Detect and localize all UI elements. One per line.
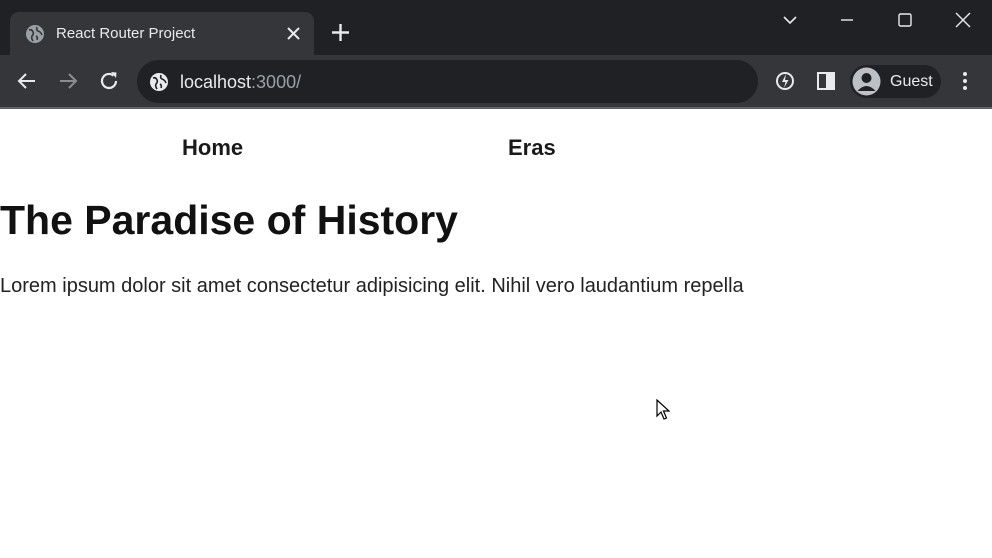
page-content: Home Eras The Paradise of History Lorem …: [0, 109, 992, 558]
new-tab-icon[interactable]: [330, 22, 351, 43]
nav-link-home[interactable]: Home: [182, 135, 243, 161]
page-title: The Paradise of History: [0, 197, 458, 243]
performance-icon[interactable]: [773, 69, 797, 93]
more-menu-icon[interactable]: [953, 69, 977, 93]
avatar: [852, 67, 881, 96]
address-bar[interactable]: localhost:3000/: [137, 60, 758, 103]
nav-link-eras[interactable]: Eras: [508, 135, 556, 161]
browser-tab[interactable]: React Router Project: [10, 12, 314, 55]
close-tab-icon[interactable]: [285, 25, 302, 42]
profile-label: Guest: [890, 73, 933, 90]
globe-icon: [26, 25, 44, 43]
tab-search-chevron-icon[interactable]: [778, 8, 802, 32]
page-paragraph: Lorem ipsum dolor sit amet consectetur a…: [0, 275, 744, 297]
back-arrow-icon[interactable]: [15, 69, 39, 93]
side-panel-icon[interactable]: [814, 69, 838, 93]
maximize-icon[interactable]: [893, 8, 917, 32]
browser-toolbar: localhost:3000/ Guest: [0, 55, 992, 107]
site-info-icon[interactable]: [149, 72, 169, 92]
profile-button[interactable]: Guest: [850, 65, 941, 98]
mouse-pointer-icon: [656, 399, 670, 420]
url-port-path: :3000/: [251, 72, 302, 92]
reload-icon[interactable]: [97, 69, 121, 93]
url-host: localhost: [180, 72, 252, 92]
forward-arrow-icon[interactable]: [56, 69, 80, 93]
close-window-icon[interactable]: [951, 8, 975, 32]
address-text: localhost:3000/: [180, 72, 301, 92]
tab-strip: React Router Project: [0, 0, 992, 55]
tab-title: React Router Project: [56, 25, 196, 42]
minimize-icon[interactable]: [835, 8, 859, 32]
